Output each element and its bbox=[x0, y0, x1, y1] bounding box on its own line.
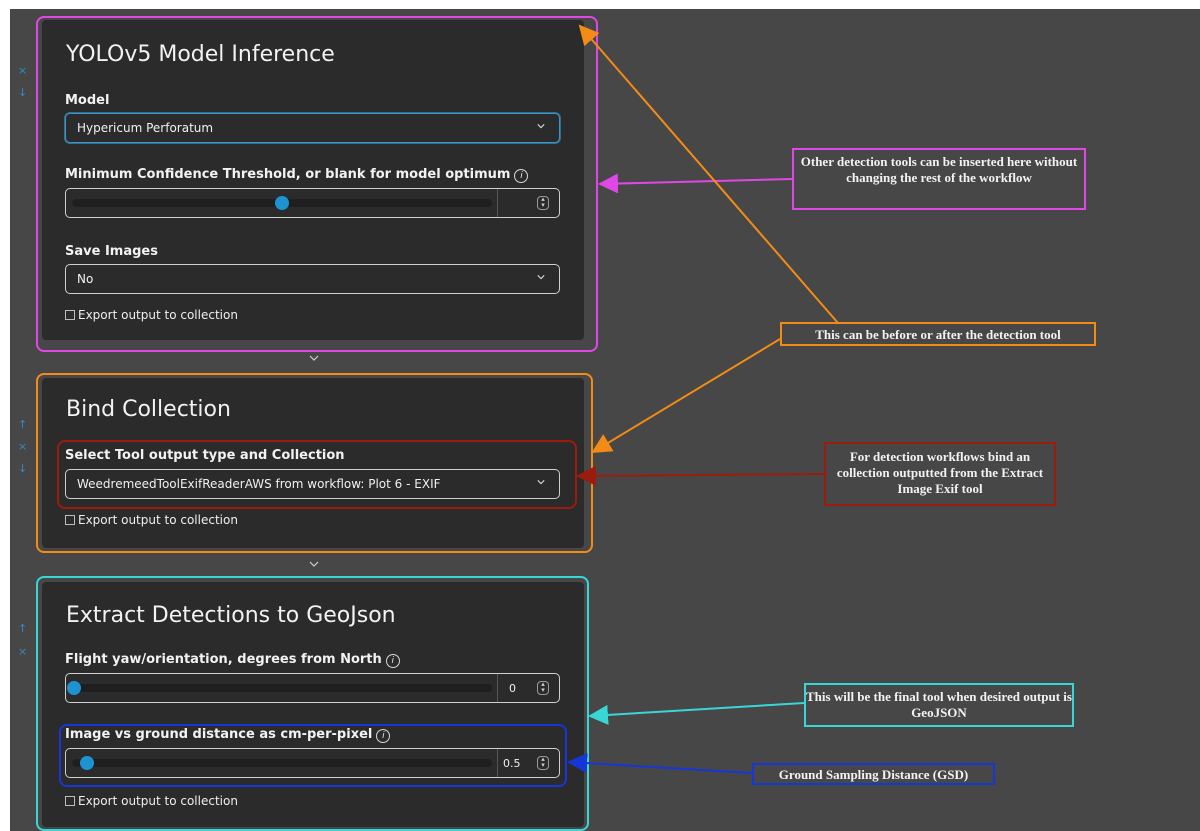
remove-tool-icon[interactable]: × bbox=[18, 440, 27, 453]
chevron-down-icon[interactable] bbox=[309, 354, 319, 362]
gsd-highlight-outline bbox=[59, 724, 567, 787]
note-before-after: This can be before or after the detectio… bbox=[780, 322, 1096, 346]
move-up-icon[interactable]: ↑ bbox=[18, 418, 27, 431]
yolo-highlight-outline bbox=[36, 16, 598, 352]
move-up-icon[interactable]: ↑ bbox=[18, 622, 27, 635]
geojson-highlight-outline bbox=[36, 576, 589, 831]
note-bind-exif: For detection workflows bind an collecti… bbox=[824, 442, 1056, 506]
remove-tool-icon[interactable]: × bbox=[18, 64, 27, 77]
note-detection-tools: Other detection tools can be inserted he… bbox=[792, 148, 1086, 210]
remove-tool-icon[interactable]: × bbox=[18, 645, 27, 658]
note-final-tool: This will be the final tool when desired… bbox=[804, 683, 1074, 727]
move-down-icon[interactable]: ↓ bbox=[18, 462, 27, 475]
collection-highlight-outline bbox=[57, 440, 577, 509]
note-gsd: Ground Sampling Distance (GSD) bbox=[752, 763, 995, 785]
chevron-down-icon[interactable] bbox=[309, 560, 319, 568]
move-down-icon[interactable]: ↓ bbox=[18, 86, 27, 99]
